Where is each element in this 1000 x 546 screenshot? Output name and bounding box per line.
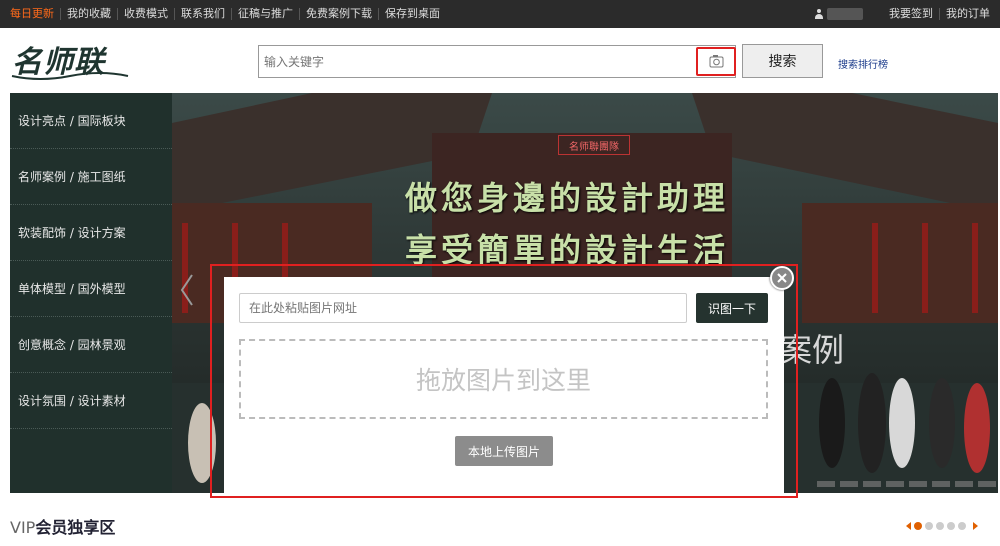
slide-indicator[interactable] (817, 481, 835, 487)
modal-close-button[interactable] (770, 266, 794, 290)
checkin-link[interactable]: 我要签到 (883, 8, 939, 20)
slide-indicator[interactable] (955, 481, 973, 487)
vip-prefix: VIP (10, 518, 36, 537)
nav-submission[interactable]: 征稿与推广 (231, 8, 299, 20)
nav-free-download[interactable]: 免费案例下载 (299, 8, 378, 20)
slide-indicator[interactable] (932, 481, 950, 487)
pager-dot[interactable] (947, 522, 955, 530)
pager-dot[interactable] (914, 522, 922, 530)
username[interactable] (827, 8, 863, 20)
nav-my-favorites[interactable]: 我的收藏 (60, 8, 117, 20)
close-icon (777, 273, 787, 283)
menu-item-soft-decoration[interactable]: 软装配饰 / 设计方案 (10, 205, 172, 261)
search-button[interactable]: 搜索 (742, 44, 823, 78)
menu-item-design-highlights[interactable]: 设计亮点 / 国际板块 (10, 93, 172, 149)
pager-dot[interactable] (925, 522, 933, 530)
search-ranking-link[interactable]: 搜索排行榜 (838, 56, 888, 71)
menu-item-single-models[interactable]: 单体模型 / 国外模型 (10, 261, 172, 317)
slide-indicator[interactable] (840, 481, 858, 487)
search-box (258, 45, 736, 78)
prev-arrow-icon[interactable] (906, 522, 911, 530)
local-upload-button[interactable]: 本地上传图片 (455, 436, 553, 466)
camera-icon (709, 55, 724, 68)
category-menu: 设计亮点 / 国际板块 名师案例 / 施工图纸 软装配饰 / 设计方案 单体模型… (10, 93, 172, 493)
banner-team-tag: 名师聯團隊 (558, 135, 630, 155)
logo-text: 名师联 (12, 45, 108, 80)
pager-dot[interactable] (936, 522, 944, 530)
slide-indicator[interactable] (886, 481, 904, 487)
image-search-button[interactable] (696, 47, 736, 76)
top-bar: 每日更新 我的收藏 收费模式 联系我们 征稿与推广 免费案例下载 保存到桌面 我… (0, 0, 1000, 28)
slide-indicator[interactable] (978, 481, 996, 487)
next-arrow-icon[interactable] (973, 522, 978, 530)
image-search-modal: 识图一下 拖放图片到这里 本地上传图片 (224, 277, 784, 493)
vip-section-title: VIP会员独享区 (10, 514, 115, 538)
vip-title-text: 会员独享区 (35, 518, 116, 537)
slide-indicator[interactable] (863, 481, 881, 487)
nav-daily-update[interactable]: 每日更新 (8, 8, 60, 20)
menu-item-design-atmosphere[interactable]: 设计氛围 / 设计素材 (10, 373, 172, 429)
pager-dot[interactable] (958, 522, 966, 530)
search-input[interactable] (259, 46, 689, 77)
user-links: 我要签到 我的订单 (815, 0, 996, 28)
menu-item-creative-concepts[interactable]: 创意概念 / 园林景观 (10, 317, 172, 373)
nav-pricing[interactable]: 收费模式 (117, 8, 174, 20)
slide-indicator[interactable] (909, 481, 927, 487)
top-nav: 每日更新 我的收藏 收费模式 联系我们 征稿与推广 免费案例下载 保存到桌面 (8, 0, 446, 28)
menu-item-master-cases[interactable]: 名师案例 / 施工图纸 (10, 149, 172, 205)
user-icon (815, 9, 823, 19)
banner-headline-1: 做您身邊的設計助理 (405, 179, 730, 217)
recognize-button[interactable]: 识图一下 (696, 293, 768, 323)
nav-contact[interactable]: 联系我们 (174, 8, 231, 20)
banner-prev-arrow-icon[interactable] (180, 273, 194, 307)
logo[interactable]: 名师联 (10, 42, 132, 82)
image-url-input[interactable] (239, 293, 687, 323)
image-drop-zone[interactable]: 拖放图片到这里 (239, 339, 768, 419)
nav-save-desktop[interactable]: 保存到桌面 (378, 8, 446, 20)
vip-pager (906, 520, 978, 532)
my-orders-link[interactable]: 我的订单 (939, 8, 996, 20)
